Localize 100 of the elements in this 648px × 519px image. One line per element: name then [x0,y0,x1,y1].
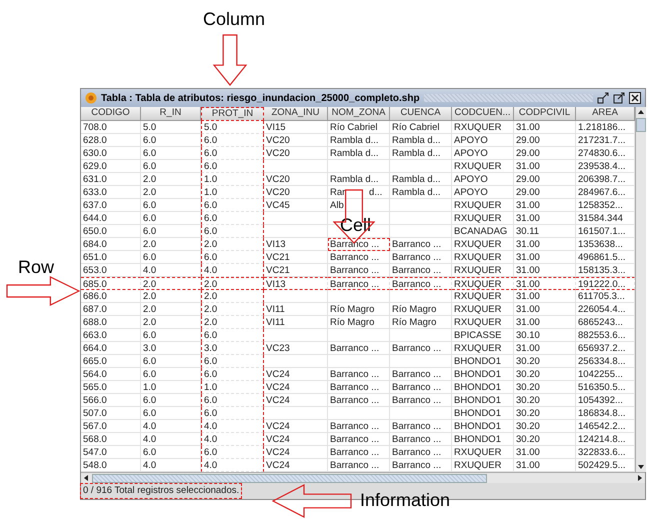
table-cell: 30.20 [514,368,576,381]
table-cell: Rar d... [328,186,390,199]
vertical-scrollbar[interactable] [635,107,646,472]
table-cell: 565.0 [81,381,141,394]
table-cell: Rambla d... [328,147,390,160]
table-cell: 6.0 [141,147,201,160]
table-cell: 4.0 [201,420,264,433]
table-cell: RXUQUER [452,160,514,173]
column-header[interactable]: CODIGO [81,107,141,121]
table-cell: 31.00 [514,160,576,173]
table-cell: Barranco ... [328,251,390,264]
table-cell: Barranco ... [390,394,452,407]
minimize-icon[interactable] [597,92,609,104]
table-cell: VC20 [264,134,328,147]
table-cell: 31.00 [514,264,576,277]
table-cell: APOYO [452,186,514,199]
table-cell: 31.00 [514,290,576,303]
table-cell: 6.0 [201,147,264,160]
table-cell: 30.20 [514,381,576,394]
table-cell: RXUQUER [452,342,514,355]
table-cell: RXUQUER [452,277,514,290]
table-cell: Barranco ... [328,394,390,407]
table-cell: 6.0 [201,368,264,381]
column-header[interactable]: NOM_ZONA [328,107,390,121]
table-cell: 630.0 [81,147,141,160]
table-cell: APOYO [452,173,514,186]
table-cell: BHONDO1 [452,433,514,446]
table-cell: VI15 [264,121,328,134]
table-cell: RXUQUER [452,446,514,459]
table-cell: 2.0 [201,277,264,290]
table-cell: RXUQUER [452,251,514,264]
table-cell: 31.00 [514,277,576,290]
table-cell: VC24 [264,368,328,381]
table-cell: 31.00 [514,446,576,459]
table-cell: 631.0 [81,173,141,186]
table-cell: VI11 [264,303,328,316]
table-cell: 650.0 [81,225,141,238]
table-cell: 3.0 [141,342,201,355]
table-cell: Alb [328,199,390,212]
table-cell: 6.0 [201,407,264,420]
column-header[interactable]: CODPCIVIL [514,107,576,121]
table-cell: BHONDO1 [452,394,514,407]
table-cell: 6.0 [201,199,264,212]
table-cell: VI13 [264,277,328,290]
table-cell: 628.0 [81,134,141,147]
table-cell: 6.0 [141,199,201,212]
column-header[interactable]: CODCUEN... [452,107,514,121]
down-arrow [213,34,247,86]
table-cell: 31.00 [514,303,576,316]
table-cell: Rambla d... [390,186,452,199]
maximize-icon[interactable] [613,92,625,104]
table-cell: Rambla d... [390,134,452,147]
table-cell: Barranco ... [390,368,452,381]
table-cell: 29.00 [514,134,576,147]
table-cell: 6.0 [141,251,201,264]
table-cell: 2.0 [141,290,201,303]
table-cell: 6.0 [201,225,264,238]
table-cell: 686.0 [81,290,141,303]
table-cell: Barranco ... [328,264,390,277]
column-header[interactable]: PROT_IN [201,107,264,121]
close-icon[interactable] [629,92,641,104]
table-cell: 6.0 [201,355,264,368]
table-cell: 2.0 [141,173,201,186]
table-cell: Barranco ... [328,368,390,381]
table-cell: BCANADAG [452,225,514,238]
table-cell: 5.0 [141,121,201,134]
table-cell: 4.0 [201,433,264,446]
column-header[interactable]: R_IN [141,107,201,121]
table-cell: Barranco ... [328,342,390,355]
table-cell: 6.0 [201,329,264,342]
table-cell: 684.0 [81,238,141,251]
table-cell: 2.0 [141,238,201,251]
table-cell: 2.0 [201,303,264,316]
table-cell: BHONDO1 [452,368,514,381]
table-cell: 507.0 [81,407,141,420]
table-cell: VC20 [264,147,328,160]
table-cell: 5.0 [201,121,264,134]
column-header[interactable]: AREA [576,107,635,121]
table-cell: 31.00 [514,251,576,264]
table-cell: VC24 [264,394,328,407]
scroll-thumb[interactable] [92,474,487,482]
table-cell: VC20 [264,173,328,186]
table-cell: Barranco ... [328,381,390,394]
table-cell: RXUQUER [452,199,514,212]
horizontal-scrollbar[interactable] [81,472,645,483]
table-cell: RXUQUER [452,264,514,277]
table-cell: BHONDO1 [452,407,514,420]
table-cell: Rambla d... [390,173,452,186]
table-cell: Río Magro [390,316,452,329]
table-cell: VC21 [264,251,328,264]
table-cell: BHONDO1 [452,420,514,433]
column-header[interactable]: ZONA_INU [264,107,328,121]
column-header[interactable]: CUENCA [390,107,452,121]
scroll-thumb[interactable] [636,118,646,132]
table-cell: 2.0 [141,186,201,199]
table-cell: RXUQUER [452,238,514,251]
table-cell: 2.0 [201,290,264,303]
table-cell: 2.0 [201,238,264,251]
table-cell: 708.0 [81,121,141,134]
table-cell: 687.0 [81,303,141,316]
